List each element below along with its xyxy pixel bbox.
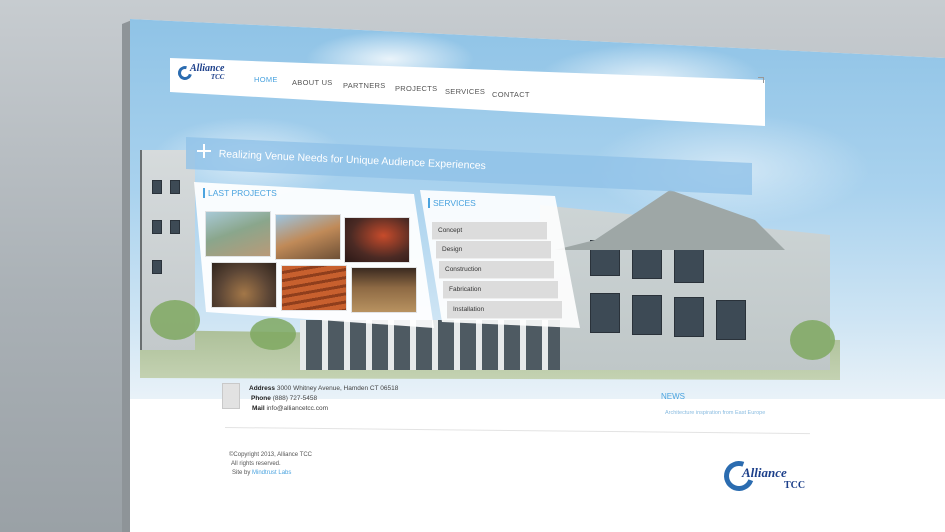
service-construction[interactable]: Construction xyxy=(439,261,554,279)
footer-logo-text: Alliance xyxy=(742,465,787,480)
nav-home[interactable]: HOME xyxy=(254,75,278,84)
address-label: Address xyxy=(249,385,276,392)
phone-value: (888) 727-5458 xyxy=(272,395,318,402)
auditorium-photo[interactable] xyxy=(212,263,276,307)
campus-building-photo[interactable] xyxy=(206,212,270,256)
news-title: NEWS xyxy=(661,392,685,401)
footer-address: Address 3000 Whitney Avenue, Hamden CT 0… xyxy=(249,385,398,392)
last-projects-title: LAST PROJECTS xyxy=(203,188,277,198)
footer-logo-sub: TCC xyxy=(784,480,806,491)
service-design[interactable]: Design xyxy=(436,241,551,259)
mail-value[interactable]: info@alliancetcc.com xyxy=(266,405,328,412)
news-link[interactable]: Architecture inspiration from East Europ… xyxy=(665,410,765,416)
nav-services[interactable]: SERVICES xyxy=(445,87,485,96)
phone-label: Phone xyxy=(251,395,271,402)
footer-mail: Mail info@alliancetcc.com xyxy=(252,405,328,412)
screenshot-stage: Alliance TCC HOME ABOUT US PARTNERS PROJ… xyxy=(0,0,945,532)
nav-about-us[interactable]: ABOUT US xyxy=(292,78,333,87)
nav-partners[interactable]: PARTNERS xyxy=(343,81,386,90)
corner-mark-icon xyxy=(758,77,764,83)
red-seating-photo[interactable] xyxy=(282,266,346,310)
tree-icon xyxy=(250,318,296,350)
service-installation[interactable]: Installation xyxy=(447,301,562,319)
copyright-text: ©Copyright 2013, Alliance TCC xyxy=(229,452,313,458)
tree-icon xyxy=(790,320,835,360)
footer-phone: Phone (888) 727-5458 xyxy=(251,395,317,402)
concert-hall-photo[interactable] xyxy=(352,268,416,312)
service-fabrication[interactable]: Fabrication xyxy=(443,281,558,299)
nav-projects[interactable]: PROJECTS xyxy=(395,84,437,93)
address-value: 3000 Whitney Avenue, Hamden CT 06518 xyxy=(276,385,399,392)
site-logo[interactable]: Alliance TCC xyxy=(175,62,233,84)
building-icon xyxy=(222,383,240,409)
footer-logo[interactable]: Alliance TCC xyxy=(719,456,816,496)
nav-contact[interactable]: CONTACT xyxy=(492,90,530,99)
building-facade-photo[interactable] xyxy=(276,215,340,259)
site-by-link[interactable]: Mindtrust Labs xyxy=(252,470,291,476)
logo-sub: TCC xyxy=(210,73,225,81)
plus-icon[interactable] xyxy=(197,144,211,158)
tree-icon xyxy=(150,300,200,340)
rights-text: All rights reserved. xyxy=(231,461,281,467)
site-by-label: Site by xyxy=(232,470,251,476)
theater-interior-photo[interactable] xyxy=(345,218,409,262)
services-title: SERVICES xyxy=(428,198,476,208)
mail-label: Mail xyxy=(252,405,265,412)
service-concept[interactable]: Concept xyxy=(432,222,547,240)
site-by: Site by Mindtrust Labs xyxy=(232,470,291,476)
